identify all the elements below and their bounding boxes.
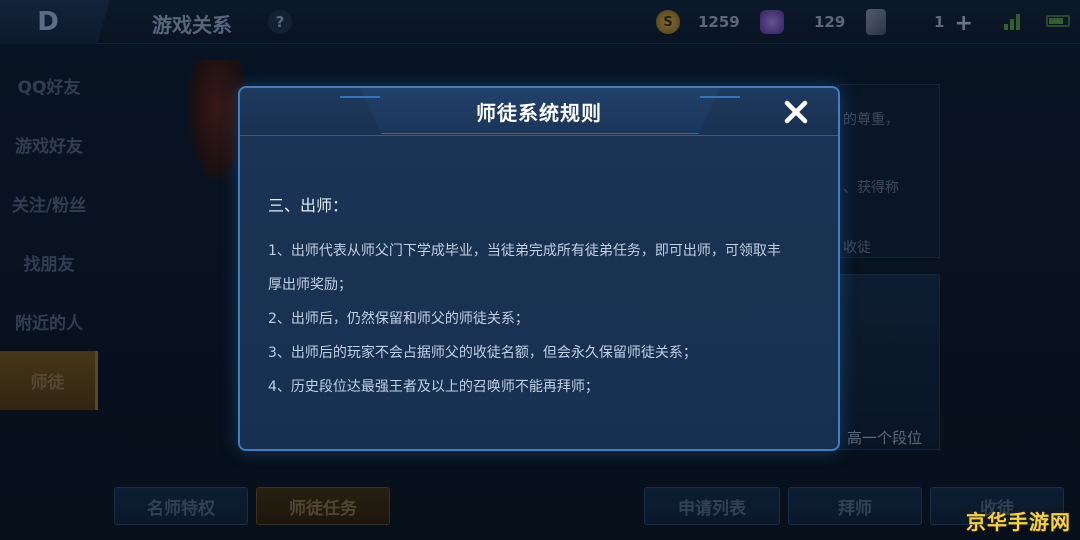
section-heading: 三、出师： [268,196,349,215]
dialog-body: 三、出师： 1、出师代表从师父门下学成毕业，当徒弟完成所有徒弟任务，即可出师，可… [268,192,824,404]
close-icon [784,100,808,124]
rule-line: 4、历史段位达最强王者及以上的召唤师不能再拜师； [268,379,599,395]
rules-dialog: 师徒系统规则 三、出师： 1、出师代表从师父门下学成毕业，当徒弟完成所有徒弟任务… [238,86,840,451]
rule-line: 2、出师后，仍然保留和师父的师徒关系； [268,311,529,327]
close-button[interactable] [774,94,818,130]
dialog-title: 师徒系统规则 [476,100,602,125]
rule-line: 1、出师代表从师父门下学成毕业，当徒弟完成所有徒弟任务，即可出师，可领取丰 [268,243,781,259]
rule-line: 3、出师后的玩家不会占据师父的收徒名额，但会永久保留师徒关系； [268,345,697,361]
rule-line: 厚出师奖励； [268,277,352,293]
dialog-header: 师徒系统规则 [240,88,838,136]
watermark: 京华手游网 [966,510,1071,534]
